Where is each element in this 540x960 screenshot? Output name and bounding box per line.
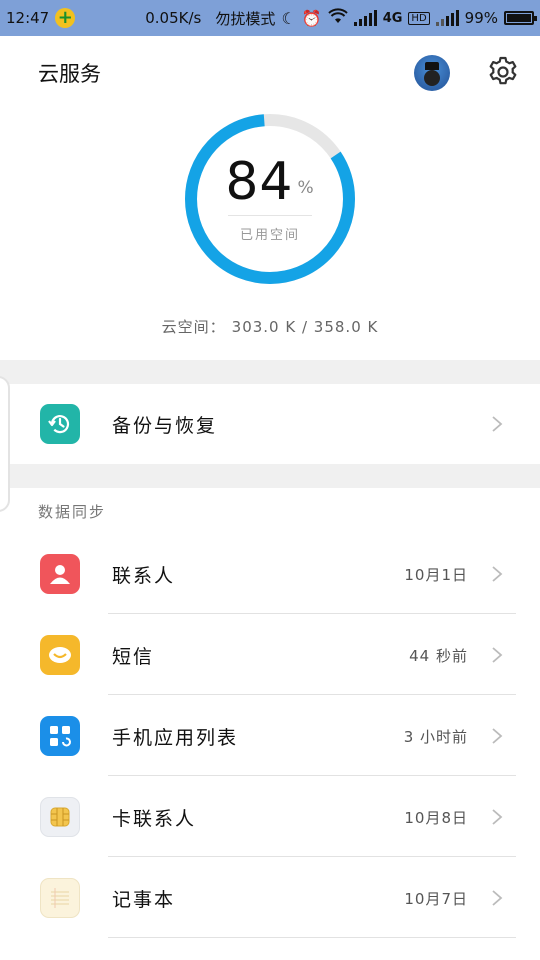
backup-clock-icon [40,404,80,444]
storage-label: 云空间： [161,318,226,336]
signal-icon-2 [435,10,459,26]
backup-restore-row[interactable]: 备份与恢复 [0,384,540,464]
storage-info: 云空间： 303.0 K / 358.0 K [0,316,540,337]
section-divider-2 [0,464,540,488]
network-speed: 0.05K/s [145,9,202,27]
usage-label: 已用空间 [239,228,300,243]
sync-item-notepad[interactable]: 记事本 10月7日 [0,858,540,938]
status-bar: 12:47 + 0.05K/s 勿扰模式 ☾ ⏰ 4G HD 99% [0,0,540,36]
ring-divider [228,215,312,216]
chevron-right-icon [492,890,503,906]
sync-item-label: 手机应用列表 [112,726,239,749]
hd-badge: HD [408,11,430,25]
network-type: 4G [382,10,403,26]
sync-item-label: 记事本 [112,888,176,911]
storage-value: 303.0 K / 358.0 K [231,318,379,336]
sync-item-app-list[interactable]: 手机应用列表 3 小时前 [0,696,540,776]
usage-percent: 84% [183,152,357,212]
sync-item-sim-contacts[interactable]: 卡联系人 10月8日 [0,777,540,857]
chevron-right-icon [492,566,503,582]
security-plus-icon: + [55,8,76,28]
notepad-icon [40,878,80,918]
signal-icon [353,10,377,26]
row-divider [108,775,516,776]
wifi-icon [328,8,348,28]
settings-button[interactable] [486,55,520,89]
battery-percent: 99% [464,9,498,27]
sync-item-label: 卡联系人 [112,807,197,830]
chevron-right-icon [492,647,503,663]
sync-item-messages[interactable]: 短信 44 秒前 [0,615,540,695]
sync-item-contacts[interactable]: 联系人 10月1日 [0,534,540,614]
sync-item-time: 44 秒前 [409,646,468,665]
status-time: 12:47 [6,9,50,27]
row-divider [108,613,516,614]
contacts-icon [40,554,80,594]
moon-icon: ☾ [281,8,296,28]
sync-item-label: 联系人 [112,564,176,587]
backup-restore-label: 备份与恢复 [112,414,218,437]
gear-icon [489,56,517,85]
dnd-mode-label: 勿扰模式 [215,9,276,28]
row-divider [108,694,516,695]
usage-percent-value: 84 [225,152,294,212]
usage-ring: 84% 已用空间 [183,112,357,286]
chevron-right-icon [492,728,503,744]
alarm-icon: ⏰ [301,8,322,28]
chevron-right-icon [492,416,503,432]
sync-item-time: 10月7日 [404,889,468,908]
sync-item-time: 10月8日 [404,808,468,827]
section-title-data-sync: 数据同步 [38,503,107,521]
side-drawer-handle[interactable] [0,376,10,512]
sync-item-label: 短信 [112,645,155,668]
row-divider [108,856,516,857]
battery-icon [504,11,537,25]
usage-percent-unit: % [297,178,315,198]
app-list-icon [40,716,80,756]
messages-icon [40,635,80,675]
avatar[interactable] [414,55,450,91]
sim-card-icon [40,797,80,837]
chevron-right-icon [492,809,503,825]
sync-item-time: 3 小时前 [403,727,468,746]
row-divider [108,937,516,938]
section-divider [0,360,540,384]
page-title: 云服务 [38,62,101,86]
sync-item-time: 10月1日 [404,565,468,584]
